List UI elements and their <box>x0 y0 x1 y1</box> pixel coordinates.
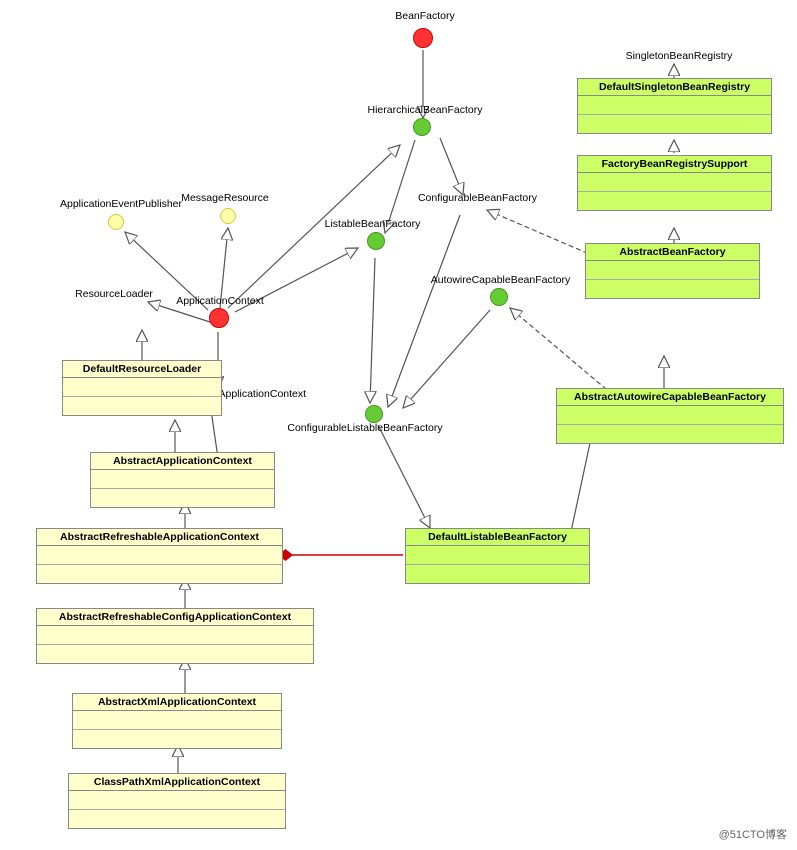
default-singleton-bean-registry-title: DefaultSingletonBeanRegistry <box>578 79 771 96</box>
app-event-publisher-label: ApplicationEventPublisher <box>60 198 180 210</box>
abstract-refreshable-config-box: AbstractRefreshableConfigApplicationCont… <box>36 608 314 664</box>
abstract-autowire-box: AbstractAutowireCapableBeanFactory <box>556 388 784 444</box>
abstract-refreshable-box: AbstractRefreshableApplicationContext <box>36 528 283 584</box>
abstract-refreshable-config-title: AbstractRefreshableConfigApplicationCont… <box>37 609 313 626</box>
application-context-node <box>209 308 229 328</box>
default-listable-title: DefaultListableBeanFactory <box>406 529 589 546</box>
abstract-autowire-title: AbstractAutowireCapableBeanFactory <box>557 389 783 406</box>
bean-factory-node <box>413 28 433 48</box>
application-context-label: ApplicationContext <box>160 295 280 307</box>
abstract-bean-factory-title: AbstractBeanFactory <box>586 244 759 261</box>
class-diagram: BeanFactory SingletonBeanRegistry Hierar… <box>0 0 797 850</box>
default-resource-loader-title: DefaultResourceLoader <box>63 361 221 378</box>
app-event-publisher-node <box>108 214 124 230</box>
default-resource-loader-box: DefaultResourceLoader <box>62 360 222 416</box>
autowire-capable-label: AutowireCapableBeanFactory <box>418 274 583 286</box>
bean-factory-label: BeanFactory <box>380 10 470 22</box>
hierarchical-bean-factory-node <box>413 118 431 136</box>
factory-bean-registry-support-box: FactoryBeanRegistrySupport <box>577 155 772 211</box>
listable-bean-factory-node <box>367 232 385 250</box>
configurable-listable-label: ConfigurableListableBeanFactory <box>280 422 450 434</box>
abstract-app-context-title: AbstractApplicationContext <box>91 453 274 470</box>
configurable-bean-factory-label: ConfigurableBeanFactory <box>400 192 555 204</box>
configurable-listable-node <box>365 405 383 423</box>
watermark: @51CTO博客 <box>719 826 787 842</box>
default-singleton-bean-registry-box: DefaultSingletonBeanRegistry <box>577 78 772 134</box>
autowire-capable-node <box>490 288 508 306</box>
resource-loader-label: ResourceLoader <box>64 288 164 300</box>
hierarchical-bean-factory-label: HierarchicalBeanFactory <box>365 104 485 116</box>
default-listable-box: DefaultListableBeanFactory <box>405 528 590 584</box>
message-resource-label: MessageResource <box>175 192 275 204</box>
abstract-app-context-box: AbstractApplicationContext <box>90 452 275 508</box>
abstract-xml-title: AbstractXmlApplicationContext <box>73 694 281 711</box>
abstract-refreshable-title: AbstractRefreshableApplicationContext <box>37 529 282 546</box>
message-resource-node <box>220 208 236 224</box>
factory-bean-registry-support-title: FactoryBeanRegistrySupport <box>578 156 771 173</box>
singleton-bean-registry-label: SingletonBeanRegistry <box>594 50 764 62</box>
abstract-xml-box: AbstractXmlApplicationContext <box>72 693 282 749</box>
class-path-xml-title: ClassPathXmlApplicationContext <box>69 774 285 791</box>
class-path-xml-box: ClassPathXmlApplicationContext <box>68 773 286 829</box>
listable-bean-factory-label: ListableBeanFactory <box>315 218 430 230</box>
abstract-bean-factory-box: AbstractBeanFactory <box>585 243 760 299</box>
